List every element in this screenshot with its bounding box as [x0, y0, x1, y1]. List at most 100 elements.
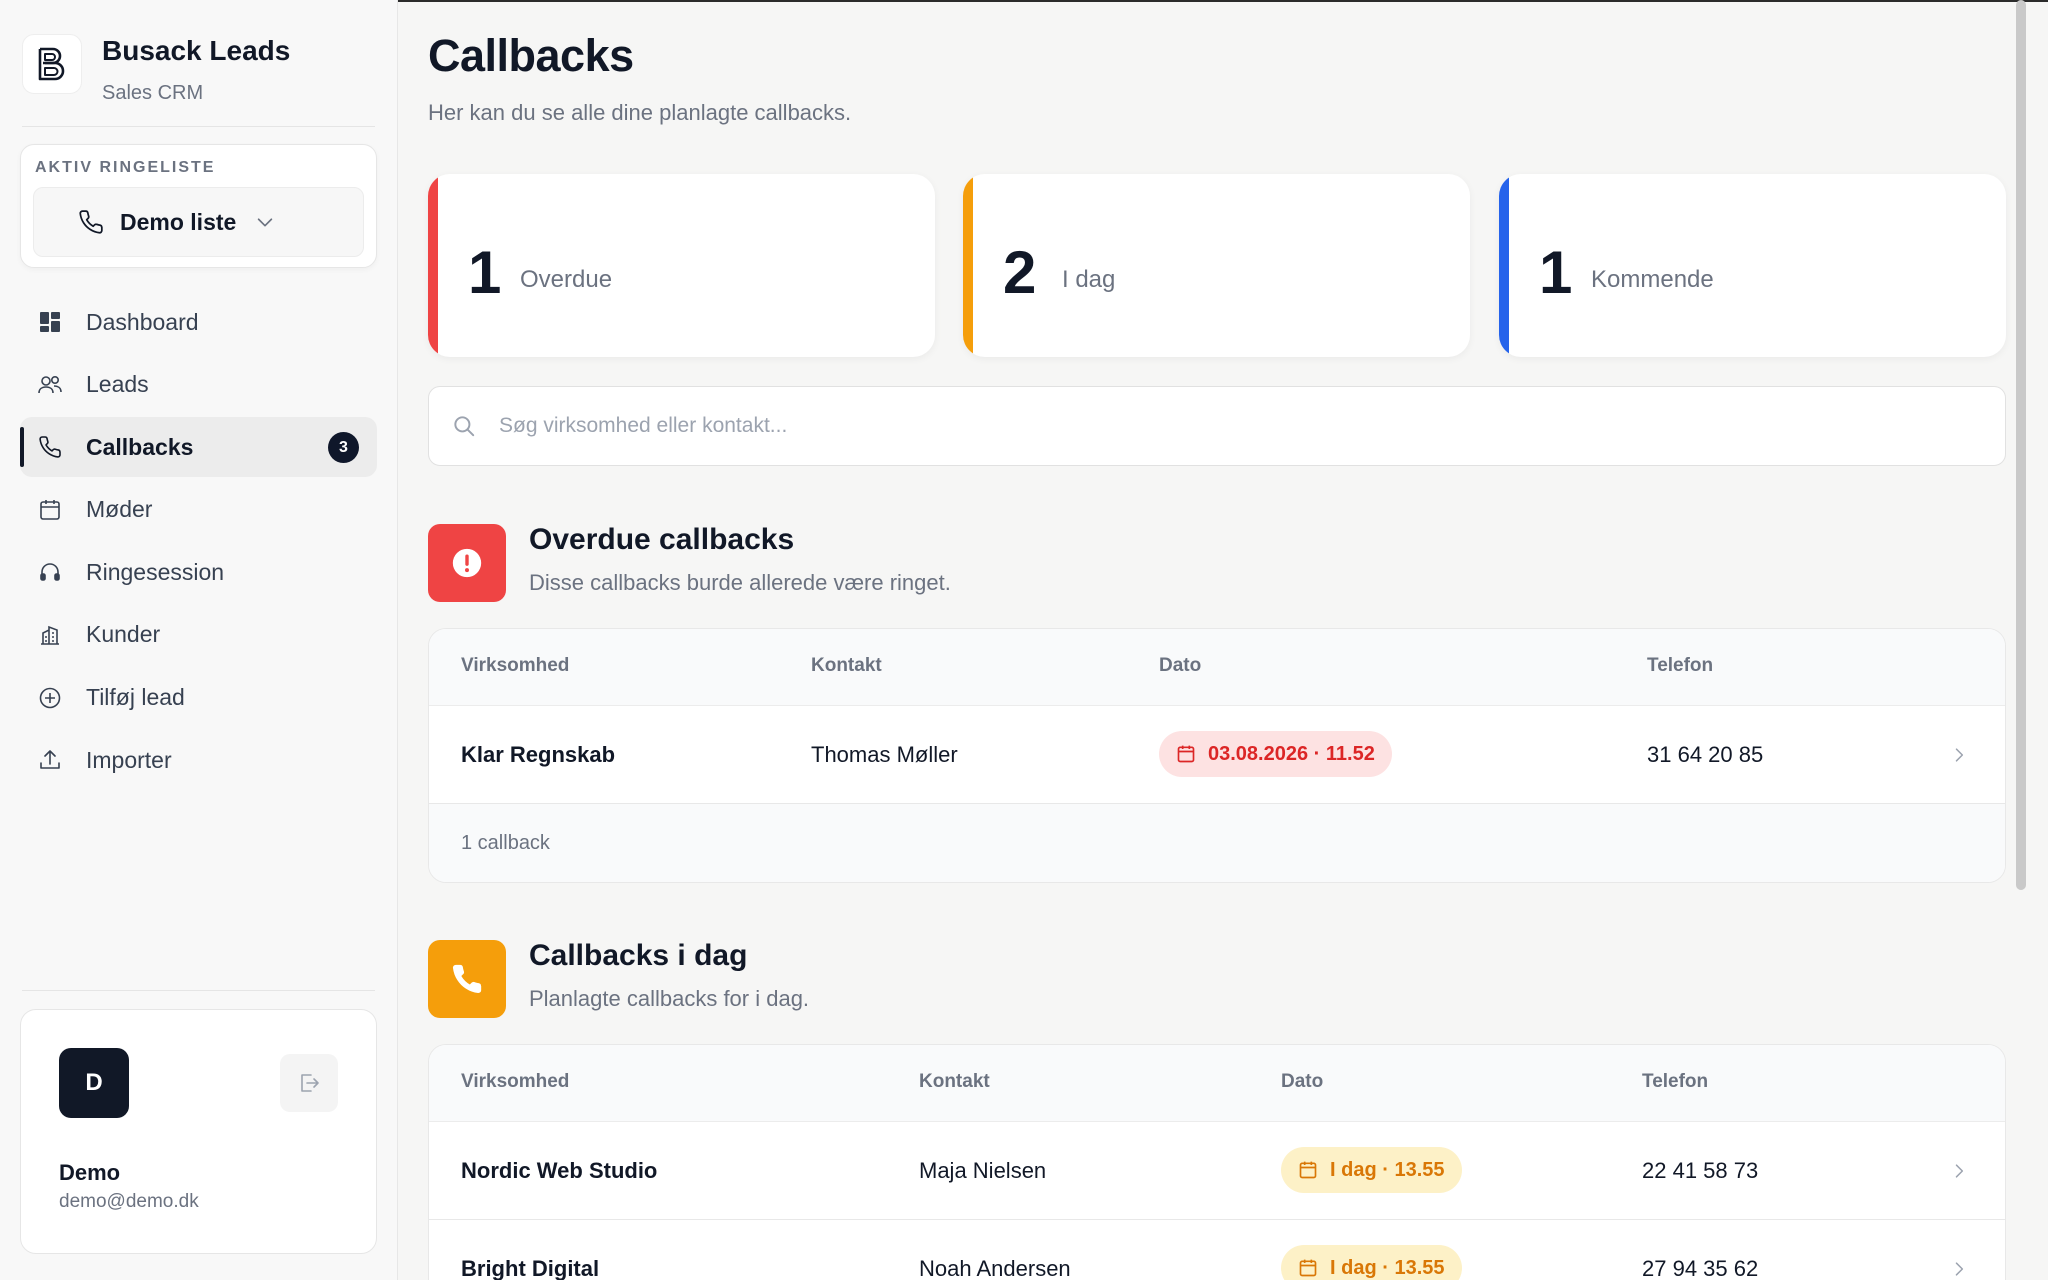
search-icon	[451, 413, 477, 439]
overdue-table: Virksomhed Kontakt Dato Telefon Klar Reg…	[428, 628, 2006, 883]
brand-subtitle: Sales CRM	[102, 82, 204, 104]
column-header: Dato	[1159, 655, 1202, 676]
brand-title: Busack Leads	[102, 35, 291, 66]
date-badge: I dag · 13.55	[1281, 1245, 1462, 1280]
upload-icon	[36, 746, 64, 774]
column-header: Virksomhed	[461, 655, 570, 676]
sidebar-item-label: Dashboard	[86, 308, 199, 335]
column-header: Telefon	[1642, 1071, 1709, 1092]
stat-card-overdue[interactable]: 1 Overdue	[428, 174, 935, 357]
company-name: Bright Digital	[461, 1256, 600, 1280]
alert-icon	[428, 524, 506, 602]
sidebar-item-label: Ringesession	[86, 558, 225, 585]
logout-icon	[297, 1071, 321, 1095]
sidebar-nav: Dashboard Leads Callbacks 3 Møder Ringes…	[20, 292, 377, 793]
company-name: Nordic Web Studio	[461, 1158, 658, 1183]
phone-icon	[428, 940, 506, 1018]
building-icon	[36, 621, 64, 649]
phone-icon	[36, 433, 64, 461]
stat-value: 2	[1003, 239, 1037, 306]
contact-name: Thomas Møller	[811, 742, 958, 767]
main-content: Callbacks Her kan du se alle dine planla…	[398, 0, 2032, 1280]
stat-card-upcoming[interactable]: 1 Kommende	[1499, 174, 2006, 357]
sidebar-item-importer[interactable]: Importer	[20, 730, 377, 790]
stat-label: Overdue	[520, 266, 613, 293]
search-placeholder: Søg virksomhed eller kontakt...	[499, 414, 788, 437]
brand[interactable]: Busack Leads Sales CRM	[22, 34, 290, 105]
sidebar-item-leads[interactable]: Leads	[20, 355, 377, 415]
table-row[interactable]: Nordic Web Studio Maja Nielsen I dag · 1…	[429, 1122, 2005, 1220]
date-text: I dag · 13.55	[1330, 1256, 1445, 1279]
chevron-right-icon	[1949, 1258, 1969, 1280]
sidebar-item-kunder[interactable]: Kunder	[20, 605, 377, 665]
table-header: Virksomhed Kontakt Dato Telefon	[429, 1045, 2005, 1122]
search-input[interactable]: Søg virksomhed eller kontakt...	[428, 386, 2006, 466]
overdue-section-title: Overdue callbacks	[529, 523, 795, 556]
sidebar-item-label: Møder	[86, 496, 153, 523]
sidebar-item-tilfoj-lead[interactable]: Tilføj lead	[20, 668, 377, 728]
users-icon	[36, 371, 64, 399]
date-text: 03.08.2026 · 11.52	[1208, 742, 1375, 765]
calendar-icon	[1298, 1160, 1318, 1180]
calendar-icon	[1298, 1258, 1318, 1278]
stat-accent-bar	[963, 174, 973, 357]
today-section-subtitle: Planlagte callbacks for i dag.	[529, 986, 810, 1011]
sidebar-divider	[22, 990, 375, 991]
phone-number: 31 64 20 85	[1647, 742, 1764, 767]
column-header: Virksomhed	[461, 1071, 570, 1092]
stat-label: Kommende	[1591, 266, 1714, 293]
page-title: Callbacks	[428, 30, 634, 81]
chevron-right-icon	[1949, 1160, 1969, 1182]
sidebar-item-label: Importer	[86, 746, 172, 773]
page-subtitle: Her kan du se alle dine planlagte callba…	[428, 100, 852, 125]
callbacks-count-badge: 3	[328, 432, 359, 464]
user-name: Demo	[59, 1160, 121, 1185]
scrollbar[interactable]	[2016, 0, 2026, 890]
brand-logo-icon	[22, 34, 82, 94]
sidebar: Busack Leads Sales CRM AKTIV RINGELISTE …	[0, 0, 398, 1280]
sidebar-item-label: Leads	[86, 371, 149, 398]
phone-number: 27 94 35 62	[1642, 1256, 1759, 1280]
column-header: Kontakt	[811, 655, 882, 676]
stat-accent-bar	[428, 174, 438, 357]
dashboard-icon	[36, 308, 64, 336]
column-header: Kontakt	[919, 1071, 990, 1092]
overdue-section-subtitle: Disse callbacks burde allerede være ring…	[529, 570, 951, 595]
chevron-down-icon	[254, 211, 276, 233]
user-email: demo@demo.dk	[59, 1191, 199, 1212]
today-section-title: Callbacks i dag	[529, 939, 748, 972]
stat-accent-bar	[1499, 174, 1509, 357]
phone-icon	[78, 209, 104, 235]
sidebar-item-dashboard[interactable]: Dashboard	[20, 292, 377, 352]
stat-label: I dag	[1062, 266, 1116, 293]
table-row[interactable]: Klar Regnskab Thomas Møller 03.08.2026 ·…	[429, 706, 2005, 804]
table-header: Virksomhed Kontakt Dato Telefon	[429, 629, 2005, 706]
calendar-icon	[36, 496, 64, 524]
avatar[interactable]: D	[59, 1048, 129, 1118]
plus-circle-icon	[36, 684, 64, 712]
column-header: Telefon	[1647, 655, 1714, 676]
sidebar-item-ringesession[interactable]: Ringesession	[20, 542, 377, 602]
column-header: Dato	[1281, 1071, 1324, 1092]
logout-button[interactable]	[280, 1054, 338, 1112]
contact-name: Maja Nielsen	[919, 1158, 1047, 1183]
active-list-label: AKTIV RINGELISTE	[35, 159, 216, 176]
chevron-right-icon	[1949, 744, 1969, 766]
calendar-icon	[1176, 744, 1196, 764]
active-list-select[interactable]: Demo liste	[33, 187, 364, 257]
stat-value: 1	[1539, 239, 1573, 306]
stat-card-today[interactable]: 2 I dag	[963, 174, 1470, 357]
stat-value: 1	[468, 239, 502, 306]
date-badge: 03.08.2026 · 11.52	[1159, 731, 1392, 777]
table-row[interactable]: Bright Digital Noah Andersen I dag · 13.…	[429, 1220, 2005, 1280]
sidebar-item-moder[interactable]: Møder	[20, 480, 377, 540]
sidebar-item-label: Callbacks	[86, 433, 194, 460]
phone-number: 22 41 58 73	[1642, 1158, 1759, 1183]
sidebar-divider	[22, 126, 375, 127]
date-text: I dag · 13.55	[1330, 1158, 1445, 1181]
date-badge: I dag · 13.55	[1281, 1147, 1462, 1193]
contact-name: Noah Andersen	[919, 1256, 1071, 1280]
company-name: Klar Regnskab	[461, 742, 616, 767]
active-list-name: Demo liste	[120, 208, 237, 235]
sidebar-item-callbacks[interactable]: Callbacks 3	[20, 417, 377, 478]
